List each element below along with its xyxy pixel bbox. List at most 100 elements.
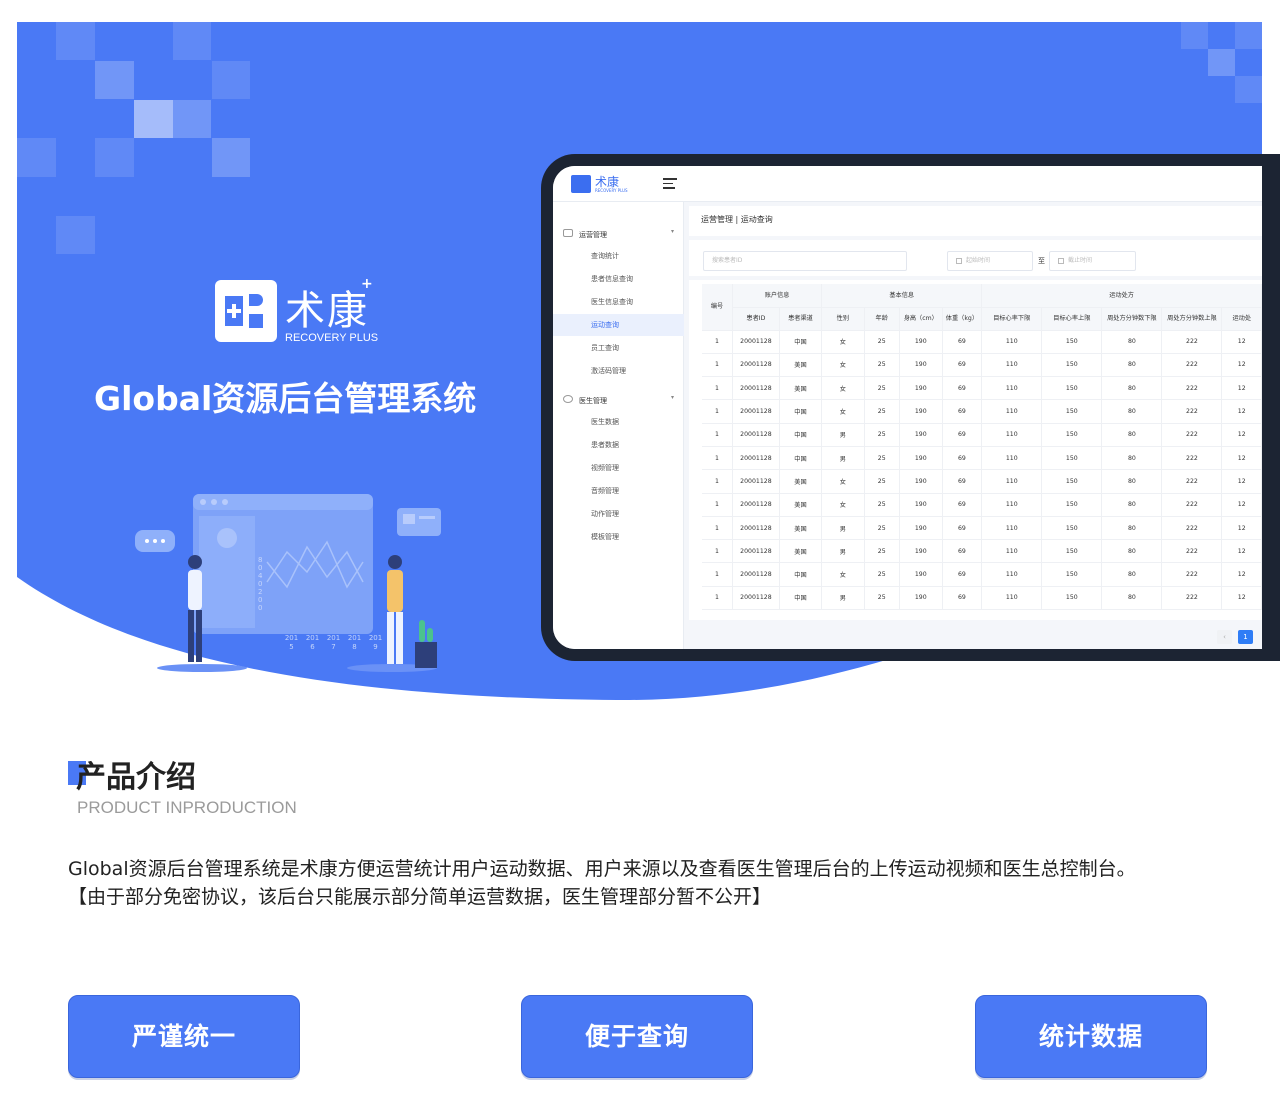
table-cell: 12 — [1221, 539, 1262, 564]
table-cell: 1 — [702, 330, 734, 354]
table-cell: 12 — [1221, 399, 1262, 424]
table-cell: 110 — [981, 586, 1043, 611]
illus-years: 201 5201 6201 7201 8201 9 — [284, 634, 383, 651]
table-cell: 12 — [1221, 376, 1262, 401]
table-row[interactable]: 1 20001128 中国男 25 190 69 110 150 80 222 12 — [702, 446, 1262, 471]
table-cell: 150 — [1041, 330, 1103, 354]
sidebar-item-audio[interactable]: 音频管理 — [553, 480, 684, 502]
table-row[interactable]: 1 20001128 中国男 25 190 69 110 150 80 222 12 — [702, 423, 1262, 447]
pagination-page-button[interactable]: 1 — [1238, 630, 1253, 644]
pagination-prev-button[interactable]: ‹ — [1217, 630, 1232, 644]
table-cell: 110 — [981, 353, 1043, 378]
column-header: 性别 — [821, 307, 865, 331]
table-cell: 中国 — [779, 423, 823, 447]
sidebar-group-doctor[interactable]: 医生管理 ▾ — [553, 390, 684, 410]
header-account: 账户信息 — [732, 284, 823, 308]
decor-pixel — [56, 22, 95, 60]
sidebar-item-video[interactable]: 视频管理 — [553, 457, 684, 479]
app-screen: 术康 RECOVERY PLUS 运营管理 ▾ 查询统计 患者信息查询 医生信息… — [553, 166, 1262, 649]
table-cell: 1 — [702, 539, 734, 564]
sidebar-item-patient-data[interactable]: 患者数据 — [553, 434, 684, 456]
table-row[interactable]: 1 20001128 美国男 25 190 69 110 150 80 222 12 — [702, 539, 1262, 564]
table-cell: 150 — [1041, 493, 1103, 517]
table-cell: 110 — [981, 399, 1043, 424]
decor-pixel — [17, 138, 56, 177]
table-cell: 190 — [899, 330, 943, 354]
table-cell: 69 — [942, 516, 983, 541]
sidebar-item-exercise-query[interactable]: 运动查询 — [553, 314, 684, 336]
table-cell: 110 — [981, 562, 1043, 587]
sidebar-item-action[interactable]: 动作管理 — [553, 503, 684, 525]
table-cell: 20001128 — [732, 493, 780, 517]
table-cell: 222 — [1161, 376, 1223, 401]
table-cell: 女 — [821, 353, 865, 378]
decor-pixel — [95, 61, 134, 99]
table-row[interactable]: 1 20001128 美国女 25 190 69 110 150 80 222 12 — [702, 353, 1262, 378]
table-row[interactable]: 1 20001128 中国男 25 190 69 110 150 80 222 12 — [702, 586, 1262, 611]
table-cell: 女 — [821, 562, 865, 587]
table-cell: 女 — [821, 330, 865, 354]
table-cell: 80 — [1101, 562, 1163, 587]
decor-pixel — [134, 100, 173, 138]
table-cell: 150 — [1041, 586, 1103, 611]
table-cell: 190 — [899, 469, 943, 494]
hamburger-menu-icon[interactable] — [663, 178, 677, 190]
feature-easy-query[interactable]: 便于查询 — [521, 995, 753, 1078]
end-date-input[interactable]: 截止时间 — [1049, 251, 1136, 271]
table-cell: 25 — [864, 562, 900, 587]
decor-pixel — [173, 22, 211, 60]
table-row[interactable]: 1 20001128 美国女 25 190 69 110 150 80 222 12 — [702, 493, 1262, 517]
table-cell: 150 — [1041, 376, 1103, 401]
table-row[interactable]: 1 20001128 美国男 25 190 69 110 150 80 222 12 — [702, 516, 1262, 541]
table-cell: 80 — [1101, 399, 1163, 424]
table-row[interactable]: 1 20001128 中国女 25 190 69 110 150 80 222 12 — [702, 330, 1262, 354]
table-cell: 69 — [942, 493, 983, 517]
sidebar-group-operations[interactable]: 运营管理 ▾ — [553, 224, 684, 244]
decor-pixel — [95, 138, 134, 177]
table-cell: 1 — [702, 353, 734, 378]
table-cell: 1 — [702, 516, 734, 541]
table-row[interactable]: 1 20001128 美国女 25 190 69 110 150 80 222 12 — [702, 376, 1262, 401]
table-cell: 190 — [899, 493, 943, 517]
sidebar-item-activation-code[interactable]: 激活码管理 — [553, 360, 684, 382]
sidebar-item-doctor-data[interactable]: 医生数据 — [553, 411, 684, 433]
table-cell: 20001128 — [732, 586, 780, 611]
search-input[interactable]: 搜索患者ID — [703, 251, 907, 271]
sidebar-item-doctor-info[interactable]: 医生信息查询 — [553, 291, 684, 313]
hero-title: Global资源后台管理系统 — [94, 379, 477, 418]
exercise-table: 编号 账户信息 基本信息 运动处方 患者ID 患者渠道 性别 年龄 身高（cm） 体重（k… — [702, 284, 1262, 611]
start-date-input[interactable]: 起始时间 — [947, 251, 1033, 271]
table-cell: 190 — [899, 562, 943, 587]
table-row[interactable]: 1 20001128 美国女 25 190 69 110 150 80 222 12 — [702, 469, 1262, 494]
table-cell: 中国 — [779, 330, 823, 354]
table-cell: 美国 — [779, 516, 823, 541]
table-cell: 中国 — [779, 562, 823, 587]
table-cell: 190 — [899, 516, 943, 541]
brand-name: 术康 — [285, 288, 369, 334]
table-cell: 80 — [1101, 353, 1163, 378]
sidebar-item-template[interactable]: 模板管理 — [553, 526, 684, 548]
table-cell: 25 — [864, 399, 900, 424]
table-cell: 150 — [1041, 469, 1103, 494]
table-cell: 80 — [1101, 446, 1163, 471]
sidebar-item-patient-info[interactable]: 患者信息查询 — [553, 268, 684, 290]
decor-pixel — [1235, 76, 1262, 103]
table-cell: 12 — [1221, 330, 1262, 354]
feature-strict-unified[interactable]: 严谨统一 — [68, 995, 300, 1078]
date-range-separator: 至 — [1038, 257, 1045, 265]
column-header: 体重（kg） — [942, 307, 983, 331]
table-row[interactable]: 1 20001128 中国女 25 190 69 110 150 80 222 12 — [702, 562, 1262, 587]
sidebar-item-query-stats[interactable]: 查询统计 — [553, 245, 684, 267]
table-cell: 69 — [942, 469, 983, 494]
sidebar-item-staff-query[interactable]: 员工查询 — [553, 337, 684, 359]
table-cell: 12 — [1221, 353, 1262, 378]
table-row[interactable]: 1 20001128 中国女 25 190 69 110 150 80 222 12 — [702, 399, 1262, 424]
table-cell: 中国 — [779, 586, 823, 611]
calendar-icon — [1058, 257, 1064, 264]
feature-statistics[interactable]: 统计数据 — [975, 995, 1207, 1078]
table-cell: 男 — [821, 423, 865, 447]
table-cell: 12 — [1221, 493, 1262, 517]
table-cell: 110 — [981, 446, 1043, 471]
table-cell: 222 — [1161, 493, 1223, 517]
brand-subtitle: RECOVERY PLUS — [285, 332, 379, 344]
